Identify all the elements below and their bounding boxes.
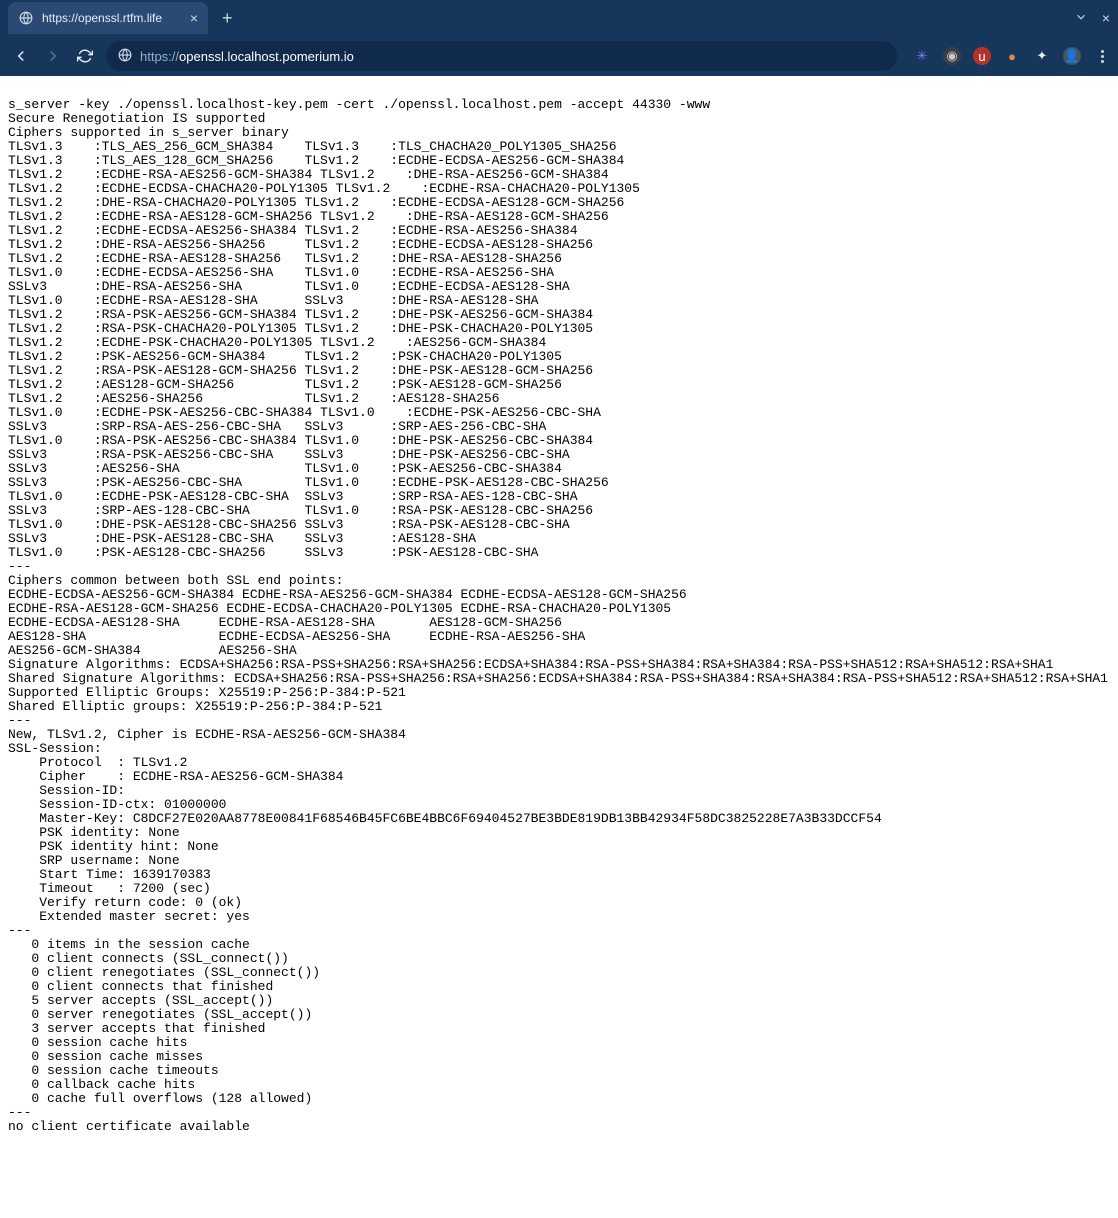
- pill-extension-icon[interactable]: ●: [1003, 47, 1021, 65]
- page-body-pre: s_server -key ./openssl.localhost-key.pe…: [0, 76, 1118, 1142]
- tab-title: https://openssl.rtfm.life: [42, 11, 182, 25]
- browser-menu-icon[interactable]: [1097, 50, 1108, 63]
- window-close-icon[interactable]: ×: [1102, 10, 1110, 26]
- camera-extension-icon[interactable]: ◉: [943, 47, 961, 65]
- reload-button[interactable]: [74, 45, 96, 67]
- extension-icons: ✳ ◉ u ● ✦ 👤: [907, 47, 1087, 65]
- new-tab-button[interactable]: +: [216, 8, 239, 29]
- url-text: https://openssl.localhost.pomerium.io: [140, 49, 354, 64]
- puzzle-extension-icon[interactable]: ✦: [1033, 47, 1051, 65]
- window-controls: ×: [1074, 10, 1110, 27]
- starburst-extension-icon[interactable]: ✳: [913, 47, 931, 65]
- globe-icon: [18, 10, 34, 26]
- site-info-icon[interactable]: [118, 48, 132, 65]
- back-button[interactable]: [10, 45, 32, 67]
- tab-bar: https://openssl.rtfm.life × + ×: [0, 0, 1118, 36]
- toolbar: https://openssl.localhost.pomerium.io ✳ ◉…: [0, 36, 1118, 76]
- url-host: openssl.localhost.pomerium.io: [179, 49, 354, 64]
- forward-button[interactable]: [42, 45, 64, 67]
- url-scheme: https://: [140, 49, 179, 64]
- browser-chrome: https://openssl.rtfm.life × + ×: [0, 0, 1118, 76]
- ublock-extension-icon[interactable]: u: [973, 47, 991, 65]
- chevron-down-icon[interactable]: [1074, 10, 1088, 27]
- browser-tab[interactable]: https://openssl.rtfm.life ×: [8, 2, 208, 34]
- avatar-extension-icon[interactable]: 👤: [1063, 47, 1081, 65]
- tab-close-icon[interactable]: ×: [190, 10, 198, 26]
- address-bar[interactable]: https://openssl.localhost.pomerium.io: [106, 41, 897, 71]
